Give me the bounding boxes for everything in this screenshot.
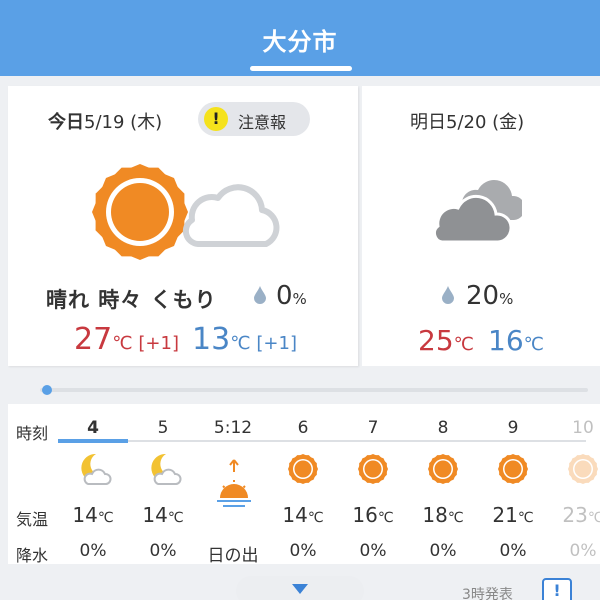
moon-cloud-icon — [81, 453, 112, 485]
moon-cloud-icon — [151, 453, 182, 485]
hour-temp: 23℃ — [562, 503, 600, 527]
hour-time: 9 — [507, 418, 519, 438]
sunny-then-cloudy-icon — [92, 164, 280, 260]
hour-time: 8 — [437, 418, 449, 438]
hour-rain: 0% — [429, 541, 457, 561]
today-date: 今日5/19 (木) — [48, 112, 163, 133]
hour-rain: 0% — [79, 541, 107, 561]
advisory-badge[interactable]: ! 注意報 — [198, 102, 310, 136]
hour-temp: 16℃ — [352, 503, 394, 527]
chevron-down-icon — [292, 584, 308, 594]
today-low-temp: 13℃ [+1] — [192, 322, 297, 357]
issued-time: 3時発表 — [462, 587, 513, 600]
hour-rain: 0% — [359, 541, 387, 561]
hour-rain: 0% — [569, 541, 597, 561]
condition-text: 晴れ 時々 くもり — [46, 288, 217, 312]
tomorrow-precip: 20% — [466, 281, 514, 311]
hour-temp: 21℃ — [492, 503, 534, 527]
sun-icon — [568, 454, 598, 484]
temp-row-label: 気温 — [16, 510, 49, 529]
hour-time: 6 — [297, 418, 309, 438]
hour-rain: 0% — [499, 541, 527, 561]
raindrop-icon — [254, 286, 266, 304]
city-title: 大分市 — [262, 28, 338, 56]
today-precip: 0% — [276, 281, 307, 311]
hour-time: 4 — [87, 418, 99, 438]
sunrise-label: 日の出 — [207, 546, 259, 566]
info-button[interactable]: ! — [542, 578, 572, 600]
hour-time: 5 — [157, 418, 169, 438]
today-high-temp: 27℃ [+1] — [74, 322, 179, 357]
hour-temp: 14℃ — [72, 503, 114, 527]
tomorrow-date: 明日5/20 (金) — [410, 112, 525, 133]
warning-icon: ! — [204, 107, 228, 131]
cloudy-icon — [433, 180, 522, 244]
tab-underline — [250, 66, 352, 71]
sunrise-icon — [217, 459, 251, 507]
hour-time: 10 — [572, 418, 594, 438]
tomorrow-low-temp: 16℃ — [488, 324, 544, 357]
hour-temp: 14℃ — [142, 503, 184, 527]
hour-time: 7 — [367, 418, 379, 438]
scroll-thumb[interactable] — [42, 385, 52, 395]
sun-icon — [288, 454, 318, 484]
sun-icon — [498, 454, 528, 484]
hour-rain: 0% — [289, 541, 317, 561]
raindrop-icon — [442, 286, 454, 304]
sun-icon — [358, 454, 388, 484]
hour-temp: 14℃ — [282, 503, 324, 527]
time-divider — [58, 440, 586, 442]
tomorrow-high-temp: 25℃ — [418, 324, 474, 357]
hour-time: 5:12 — [213, 418, 253, 438]
time-row-label: 時刻 — [16, 424, 49, 443]
rain-row-label: 降水 — [16, 546, 49, 565]
hour-rain: 0% — [149, 541, 177, 561]
hourly-scrollbar[interactable] — [40, 388, 588, 392]
hour-temp: 18℃ — [422, 503, 464, 527]
sun-icon — [428, 454, 458, 484]
advisory-label: 注意報 — [238, 113, 287, 132]
expand-button[interactable] — [236, 576, 364, 600]
current-hour-indicator — [58, 439, 128, 443]
